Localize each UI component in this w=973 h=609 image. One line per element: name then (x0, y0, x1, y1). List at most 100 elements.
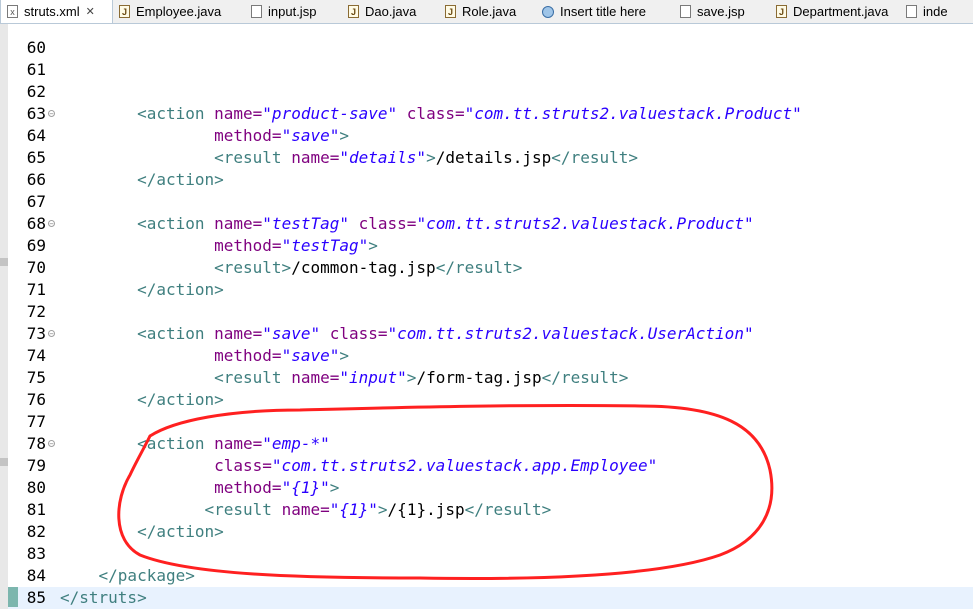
token-txt: /details.jsp (435, 148, 552, 167)
code-line[interactable]: 80 method="{1}"> (8, 477, 973, 499)
code-line[interactable]: 60 (8, 37, 973, 59)
code-text: method="save"> (60, 345, 349, 367)
token-tag: <action (137, 214, 215, 233)
line-number: 79 (26, 456, 46, 475)
token-tag: </result> (464, 500, 552, 519)
token-val: "input" (339, 368, 407, 387)
code-line[interactable]: 77 (8, 411, 973, 433)
code-line[interactable]: 68− <action name="testTag" class="com.tt… (8, 213, 973, 235)
token-tag: </action> (137, 522, 224, 541)
tab-role-java[interactable]: J Role.java (439, 0, 536, 23)
java-file-icon: J (776, 5, 787, 18)
code-line[interactable]: 84 </package> (8, 565, 973, 587)
code-line[interactable]: 72 (8, 301, 973, 323)
code-line[interactable]: 74 method="save"> (8, 345, 973, 367)
token-tag: <result (204, 500, 282, 519)
tab-insert-title-here[interactable]: Insert title here (536, 0, 674, 23)
close-icon[interactable]: ✕ (86, 5, 95, 18)
line-number: 66 (26, 170, 46, 189)
token-tag: <result> (214, 258, 292, 277)
tab-department-java[interactable]: J Department.java (770, 0, 900, 23)
token-tag: > (329, 478, 340, 497)
line-number: 74 (26, 346, 46, 365)
code-line[interactable]: 83 (8, 543, 973, 565)
tab-label: inde (923, 4, 948, 19)
token-val: "save" (281, 126, 340, 145)
code-line[interactable]: 61 (8, 59, 973, 81)
code-line[interactable]: 76 </action> (8, 389, 973, 411)
code-line[interactable]: 64 method="save"> (8, 125, 973, 147)
token-attr: name= (214, 214, 263, 233)
code-line[interactable]: 85 </struts> (8, 587, 973, 609)
xml-file-icon: x (7, 5, 18, 18)
tab-inde[interactable]: inde (900, 0, 973, 23)
code-text: <result name="details">/details.jsp</res… (60, 147, 638, 169)
token-tag: </package> (98, 566, 195, 585)
jsp-file-icon (251, 5, 262, 18)
token-tag: > (426, 148, 436, 167)
token-txt: /{1}.jsp (387, 500, 465, 519)
token-tag: <action (137, 434, 215, 453)
code-line[interactable]: 73− <action name="save" class="com.tt.st… (8, 323, 973, 345)
token-val: "save" (281, 346, 340, 365)
code-line[interactable]: 65 <result name="details">/details.jsp</… (8, 147, 973, 169)
code-line[interactable]: 81 <result name="{1}">/{1}.jsp</result> (8, 499, 973, 521)
jsp-file-icon (680, 5, 691, 18)
tab-employee-java[interactable]: J Employee.java (113, 0, 245, 23)
code-line[interactable]: 67 (8, 191, 973, 213)
code-text: <result name="{1}">/{1}.jsp</result> (60, 499, 552, 521)
fold-toggle-icon[interactable]: − (48, 110, 55, 118)
token-tag: > (406, 368, 417, 387)
code-text: </action> (60, 279, 224, 301)
tab-input-jsp[interactable]: input.jsp (245, 0, 342, 23)
token-tag: </result> (551, 148, 638, 167)
tab-struts-xml[interactable]: x struts.xml ✕ (0, 0, 113, 23)
java-file-icon: J (119, 5, 130, 18)
code-text: </action> (60, 389, 224, 411)
token-val: "emp-*" (262, 434, 330, 453)
web-browser-icon (542, 5, 554, 18)
code-text: <action name="emp-*" (60, 433, 330, 455)
code-line[interactable]: 75 <result name="input">/form-tag.jsp</r… (8, 367, 973, 389)
tab-label: Insert title here (560, 4, 646, 19)
token-attr: method= (214, 236, 282, 255)
code-line[interactable]: 70 <result>/common-tag.jsp</result> (8, 257, 973, 279)
line-number: 68 (26, 214, 46, 233)
fold-toggle-icon[interactable]: − (48, 330, 55, 338)
code-line[interactable]: 71 </action> (8, 279, 973, 301)
code-text: </action> (60, 521, 224, 543)
fold-toggle-icon[interactable]: − (48, 440, 55, 448)
token-tag: </struts> (60, 588, 147, 607)
token-val: "testTag" (281, 236, 369, 255)
code-line[interactable]: 82 </action> (8, 521, 973, 543)
token-val: "testTag" (262, 214, 349, 233)
token-attr: name= (214, 104, 263, 123)
code-text: class="com.tt.struts2.valuestack.app.Emp… (60, 455, 657, 477)
fold-toggle-icon[interactable]: − (48, 220, 55, 228)
token-attr: class= (406, 104, 465, 123)
editor-tab-bar: x struts.xml ✕ J Employee.java input.jsp J Dao.… (0, 0, 973, 24)
code-line[interactable]: 78− <action name="emp-*" (8, 433, 973, 455)
code-editor[interactable]: 60 61 62 63− <action name="product-save" cl… (8, 24, 973, 609)
code-line[interactable]: 66 </action> (8, 169, 973, 191)
ruler-mark (0, 458, 8, 466)
code-text: method="testTag"> (60, 235, 378, 257)
tab-save-jsp[interactable]: save.jsp (674, 0, 770, 23)
tab-dao-java[interactable]: J Dao.java (342, 0, 439, 23)
line-number: 78 (26, 434, 46, 453)
line-number: 82 (26, 522, 46, 541)
token-tag: <action (137, 324, 215, 343)
line-number: 69 (26, 236, 46, 255)
code-line[interactable]: 69 method="testTag"> (8, 235, 973, 257)
code-line[interactable]: 79 class="com.tt.struts2.valuestack.app.… (8, 455, 973, 477)
line-number: 81 (26, 500, 46, 519)
code-line[interactable]: 62 (8, 81, 973, 103)
code-line[interactable]: 63− <action name="product-save" class="c… (8, 103, 973, 125)
token-attr: name= (281, 500, 330, 519)
